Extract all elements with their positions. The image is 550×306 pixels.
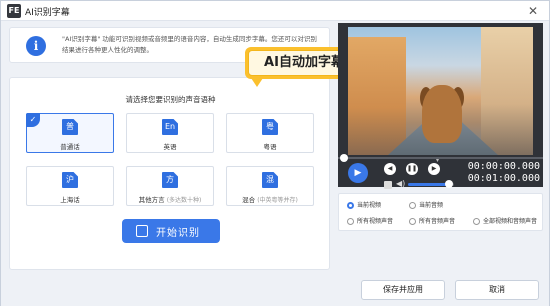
language-label: 普通话 <box>60 143 80 151</box>
radio-dot <box>409 218 416 225</box>
footer-bar: 保存并应用 取消 <box>1 276 549 306</box>
radio-all-audio-tracks[interactable]: 所有音频声音 <box>409 216 455 225</box>
player-controls: ▶ ◀ ❚❚ ▶ ◀) 00:00:00.000 00:01:00.000 <box>338 159 543 189</box>
language-option-dialect[interactable]: 方 其他方言 (多达数十种) <box>126 166 214 206</box>
language-sublabel: (中英粤等并存) <box>257 197 298 204</box>
language-label: 英语 <box>163 143 177 151</box>
audio-source-options: 当前视频 当前音频 所有视频声音 所有音频声音 全部视频和音频声音 <box>338 193 543 231</box>
scene-dog <box>422 85 462 143</box>
next-frame-button[interactable]: ▶ <box>428 163 440 175</box>
previous-frame-button[interactable]: ◀ <box>384 163 396 175</box>
dialect-icon: 方 <box>162 172 178 188</box>
cantonese-icon: 粤 <box>262 119 278 135</box>
language-label: 粤语 <box>263 143 277 151</box>
subtitle-icon <box>136 225 148 237</box>
volume-handle[interactable] <box>445 180 454 188</box>
language-option-shanghainese[interactable]: 沪 上海话 <box>26 166 114 206</box>
radio-current-audio[interactable]: 当前音频 <box>409 200 443 209</box>
mixed-icon: 混 <box>262 172 278 188</box>
language-option-english[interactable]: En 英语 <box>126 113 214 153</box>
check-icon: ✓ <box>26 113 40 127</box>
stop-button[interactable] <box>384 181 392 189</box>
radio-all-video-and-audio[interactable]: 全部视频和音频声音 <box>473 216 537 225</box>
mandarin-icon: 普 <box>62 119 78 135</box>
time-display: 00:00:00.000 00:01:00.000 <box>466 161 540 187</box>
language-option-mandarin[interactable]: ✓ 普 普通话 <box>26 113 114 153</box>
language-label: 混合 (中英粤等并存) <box>242 196 298 204</box>
language-option-cantonese[interactable]: 粤 粤语 <box>226 113 314 153</box>
radio-dot <box>347 218 354 225</box>
radio-dot <box>347 202 354 209</box>
cancel-button[interactable]: 取消 <box>455 280 539 300</box>
language-label: 其他方言 (多达数十种) <box>138 196 202 204</box>
start-recognition-button[interactable]: 开始识别 <box>122 219 220 243</box>
shanghainese-icon: 沪 <box>62 172 78 188</box>
current-time: 00:00:00.000 <box>467 161 540 172</box>
start-recognition-label: 开始识别 <box>156 228 200 239</box>
total-time: 00:01:00.000 <box>467 173 540 184</box>
language-option-mixed[interactable]: 混 混合 (中英粤等并存) <box>226 166 314 206</box>
language-sublabel: (多达数十种) <box>166 197 202 204</box>
radio-all-video-audio[interactable]: 所有视频声音 <box>347 216 393 225</box>
scene-building <box>348 37 406 155</box>
scene-building <box>481 27 533 155</box>
language-prompt: 请选择您要识别的声音语种 <box>125 95 216 104</box>
callout-tail <box>251 78 263 87</box>
close-button[interactable]: ✕ <box>525 3 541 19</box>
window-title: AI识别字幕 <box>25 8 70 18</box>
language-panel: 请选择您要识别的声音语种 ✓ 普 普通话 En 英语 粤 粤语 沪 上海话 方 … <box>9 77 330 270</box>
english-icon: En <box>162 119 178 135</box>
info-icon: i <box>26 36 46 56</box>
app-logo-icon: FE <box>7 4 21 18</box>
radio-dot <box>409 202 416 209</box>
volume-icon[interactable]: ◀) <box>396 179 405 188</box>
pause-button[interactable]: ❚❚ <box>406 163 418 175</box>
video-frame <box>348 27 533 155</box>
play-button[interactable]: ▶ <box>348 163 368 183</box>
title-bar: FE AI识别字幕 ✕ <box>1 1 549 21</box>
radio-dot <box>473 218 480 225</box>
ai-subtitle-dialog: FE AI识别字幕 ✕ i "AI识别字幕" 功能可识别视频或音频里的语音内容，… <box>0 0 550 306</box>
radio-current-video[interactable]: 当前视频 <box>347 200 381 209</box>
language-label: 上海话 <box>60 196 80 204</box>
save-apply-button[interactable]: 保存并应用 <box>361 280 445 300</box>
